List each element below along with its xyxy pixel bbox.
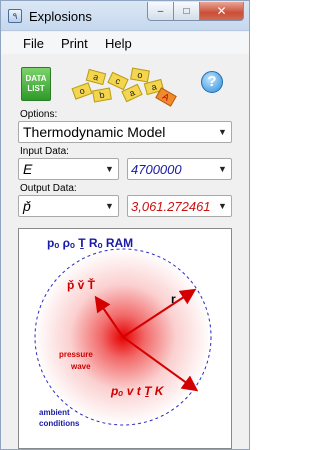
pressure-wave-label-line1: pressure — [59, 350, 93, 359]
output-variable-value: p̌ — [23, 198, 31, 214]
wave-front-properties-label: pₒ v t Ṯ K — [110, 384, 165, 398]
menu-print[interactable]: Print — [61, 36, 88, 51]
chevron-down-icon[interactable]: ▼ — [101, 159, 118, 179]
letter-tiles-icon[interactable]: o a b c a o a A — [69, 63, 179, 107]
app-icon[interactable]: ٩ — [8, 9, 22, 23]
data-list-label-line1: DATA — [25, 74, 47, 83]
model-select[interactable]: Thermodynamic Model ▼ — [18, 121, 232, 143]
ambient-label-line1: ambient — [39, 408, 70, 417]
toolbar: DATA LIST o a b c a o a A ? — [1, 55, 249, 107]
options-label: Options: — [20, 109, 58, 120]
ambient-properties-label: pₒ ρₒ Ṯ Rₒ RAM — [47, 236, 133, 250]
input-variable-select[interactable]: E ▼ — [18, 158, 119, 180]
close-button[interactable]: ✕ — [199, 2, 244, 21]
tile: o — [71, 82, 93, 100]
tile: c — [107, 71, 129, 91]
radius-label: r — [171, 292, 176, 306]
app-window: ٩ Explosions – □ ✕ File Print Help DATA … — [0, 0, 250, 450]
output-variable-select[interactable]: p̌ ▼ — [18, 195, 119, 217]
chevron-down-icon[interactable]: ▼ — [101, 196, 118, 216]
output-value-field[interactable]: 3,061.272461 ▼ — [127, 195, 232, 217]
minimize-button[interactable]: – — [147, 2, 174, 21]
chevron-down-icon[interactable]: ▼ — [214, 196, 231, 216]
explosion-diagram: pₒ ρₒ Ṯ Rₒ RAM p̌ v̌ Ť r pressure wave… — [18, 228, 232, 449]
pressure-wave-label-line2: wave — [70, 362, 91, 371]
input-data-label: Input Data: — [20, 146, 69, 157]
input-value-text: 4700000 — [131, 162, 182, 177]
maximize-button[interactable]: □ — [173, 2, 200, 21]
ambient-label-line2: conditions — [39, 419, 80, 428]
explosion-diagram-svg: pₒ ρₒ Ṯ Rₒ RAM p̌ v̌ Ť r pressure wave… — [34, 236, 212, 428]
input-variable-value: E — [23, 161, 33, 177]
data-list-label-line2: LIST — [27, 84, 45, 93]
tile: A — [155, 87, 177, 107]
input-value-field[interactable]: 4700000 ▼ — [127, 158, 232, 180]
model-select-value: Thermodynamic Model — [23, 124, 166, 140]
menu-file[interactable]: File — [23, 36, 44, 51]
chevron-down-icon[interactable]: ▼ — [214, 159, 231, 179]
output-value-text: 3,061.272461 — [131, 199, 211, 214]
chevron-down-icon[interactable]: ▼ — [214, 122, 231, 142]
window-title: Explosions — [29, 9, 92, 24]
help-icon[interactable]: ? — [201, 71, 223, 93]
menu-bar: File Print Help — [1, 32, 249, 54]
output-data-label: Output Data: — [20, 183, 77, 194]
tile: b — [92, 87, 112, 103]
data-list-button[interactable]: DATA LIST — [21, 67, 51, 101]
title-bar[interactable]: ٩ Explosions – □ ✕ — [1, 1, 249, 31]
center-properties-label: p̌ v̌ Ť — [67, 277, 96, 292]
menu-help[interactable]: Help — [105, 36, 132, 51]
tile: o — [130, 67, 150, 83]
